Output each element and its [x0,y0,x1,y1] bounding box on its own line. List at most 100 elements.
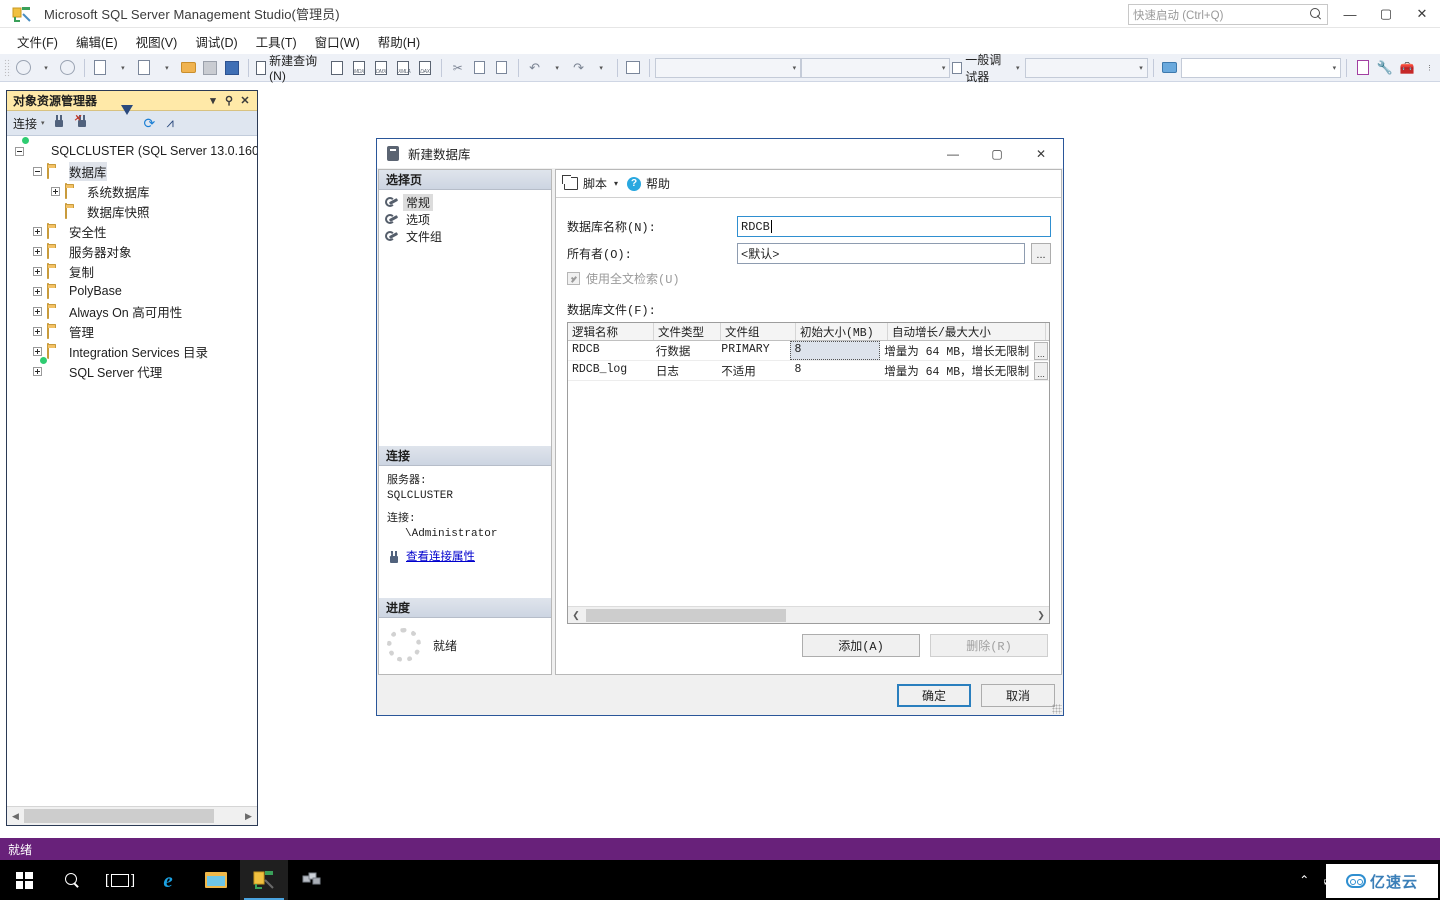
tree-node-always-on[interactable]: Always On 高可用性 [7,301,257,321]
dialog-close-button[interactable]: ✕ [1019,139,1063,169]
panel-pin-icon[interactable]: ⚲ [221,94,237,107]
save-all-icon[interactable] [221,57,243,79]
tree-node-database-snapshots[interactable]: 数据库快照 [7,201,257,221]
expander-plus-icon[interactable] [31,305,44,318]
undo-caret[interactable]: ▾ [546,57,568,79]
new-project-caret[interactable]: ▾ [111,57,133,79]
connect-button[interactable]: 连接 ▾ [13,115,45,132]
row-ellipsis-button[interactable]: ... [1034,342,1048,360]
grid-scroll-right-icon[interactable]: ❯ [1033,610,1049,621]
page-item-filegroups[interactable]: 文件组 [385,228,551,245]
menu-window[interactable]: 窗口(W) [306,30,369,53]
navigate-back-caret[interactable]: ▾ [35,57,57,79]
navigate-forward-icon[interactable] [57,57,79,79]
grid-scroll-thumb[interactable] [586,609,786,622]
dialog-minimize-button[interactable]: — [931,139,975,169]
page-item-options[interactable]: 选项 [385,211,551,228]
paste-icon[interactable] [491,57,513,79]
help-icon[interactable]: ? [627,176,642,191]
new-project-icon[interactable] [89,57,111,79]
new-mdx-query-icon[interactable]: MDX [348,57,370,79]
task-view-icon[interactable] [96,860,144,900]
tray-chevron-icon[interactable]: ⌃ [1291,873,1317,887]
column-header-file-type[interactable]: 文件类型 [654,323,721,340]
tree-node-replication[interactable]: 复制 [7,261,257,281]
find-icon[interactable] [1159,57,1181,79]
quick-launch-input[interactable]: 快速启动 (Ctrl+Q) [1128,4,1328,25]
cell-logical-name[interactable]: RDCB [568,341,652,360]
scroll-thumb[interactable] [24,809,214,823]
cell-filegroup[interactable]: 不适用 [717,361,790,380]
navigate-back-icon[interactable] [13,57,35,79]
menu-file[interactable]: 文件(F) [8,30,67,53]
solution-combo[interactable]: ▾ [801,57,951,78]
menu-debug[interactable]: 调试(D) [186,30,246,53]
cut-icon[interactable]: ✂ [447,57,469,79]
object-explorer-hscrollbar[interactable]: ◀ ▶ [7,806,257,825]
tree-node-sql-server-agent[interactable]: SQL Server 代理 [7,361,257,381]
expander-plus-icon[interactable] [31,265,44,278]
page-item-general[interactable]: 常规 [385,194,551,211]
start-icon[interactable] [0,860,48,900]
toolbar-overflow-icon[interactable]: ⋮ [1418,57,1440,79]
expander-plus-icon[interactable] [49,185,62,198]
minimize-button[interactable]: — [1332,0,1368,28]
taskbar-app-file-explorer[interactable] [192,860,240,900]
find-combo[interactable]: ▾ [1180,57,1342,78]
display-estimated-plan-icon[interactable] [622,57,644,79]
open-file-icon[interactable] [177,57,199,79]
panel-dropdown-icon[interactable]: ▾ [205,94,221,107]
script-label[interactable]: 脚本 [583,175,607,192]
copy-icon[interactable] [469,57,491,79]
taskbar-app-cluster-manager[interactable] [288,860,336,900]
search-icon[interactable] [48,860,96,900]
new-analysis-query-icon[interactable] [326,57,348,79]
taskbar-app-ssms[interactable] [240,860,288,900]
dialog-resize-grip[interactable] [1052,704,1062,714]
expander-plus-icon[interactable] [31,325,44,338]
toolbox-icon[interactable]: 🧰 [1396,57,1418,79]
grid-scroll-left-icon[interactable]: ❮ [568,610,584,621]
new-query-button[interactable]: 新建查询(N) [254,54,326,83]
owner-input[interactable]: <默认> [737,243,1025,264]
disconnect-plug-icon[interactable]: ✕ [74,113,91,131]
refresh-icon[interactable]: ⟳ [144,115,160,131]
column-header-initial-size[interactable]: 初始大小(MB) [796,323,888,340]
row-ellipsis-button[interactable]: ... [1034,362,1048,380]
menu-edit[interactable]: 编辑(E) [67,30,127,53]
cell-logical-name[interactable]: RDCB_log [568,361,652,380]
expander-minus-icon[interactable] [13,145,26,158]
close-button[interactable]: ✕ [1404,0,1440,28]
new-dmx-query-icon[interactable]: DMX [370,57,392,79]
cell-autogrowth[interactable]: 增量为 64 MB，增长无限制 [880,361,1034,380]
table-row[interactable]: RDCB_log 日志 不适用 8 增量为 64 MB，增长无限制 ... [568,361,1049,381]
save-icon[interactable] [199,57,221,79]
cell-file-type[interactable]: 行数据 [652,341,717,360]
expander-plus-icon[interactable] [31,365,44,378]
cell-initial-size[interactable]: 8 [790,361,880,380]
new-item-icon[interactable] [133,57,155,79]
new-item-caret[interactable]: ▾ [155,57,177,79]
scroll-left-icon[interactable]: ◀ [7,811,24,822]
column-header-filegroup[interactable]: 文件组 [721,323,796,340]
new-xmla-query-icon[interactable]: XMLA [392,57,414,79]
cell-filegroup[interactable]: PRIMARY [717,341,790,360]
cell-autogrowth[interactable]: 增量为 64 MB，增长无限制 [880,341,1034,360]
help-label[interactable]: 帮助 [646,175,670,192]
debugger-button[interactable]: 一般调试器 ▾ [950,53,1024,84]
cell-file-type[interactable]: 日志 [652,361,717,380]
fulltext-checkbox[interactable] [567,272,580,285]
tree-node-management[interactable]: 管理 [7,321,257,341]
view-connection-properties-link[interactable]: 查看连接属性 [406,550,475,566]
expander-plus-icon[interactable] [31,245,44,258]
grid-scroll-track[interactable] [584,607,1033,623]
tree-node-databases[interactable]: 数据库 [7,161,257,181]
redo-caret[interactable]: ▾ [590,57,612,79]
debug-target-combo[interactable]: ▾ [1024,57,1148,78]
fulltext-row[interactable]: 使用全文检索(U) [556,270,1061,287]
menu-tools[interactable]: 工具(T) [247,30,306,53]
expander-minus-icon[interactable] [31,165,44,178]
cancel-button[interactable]: 取消 [981,683,1055,707]
tree-node-polybase[interactable]: PolyBase [7,281,257,301]
expander-plus-icon[interactable] [31,225,44,238]
